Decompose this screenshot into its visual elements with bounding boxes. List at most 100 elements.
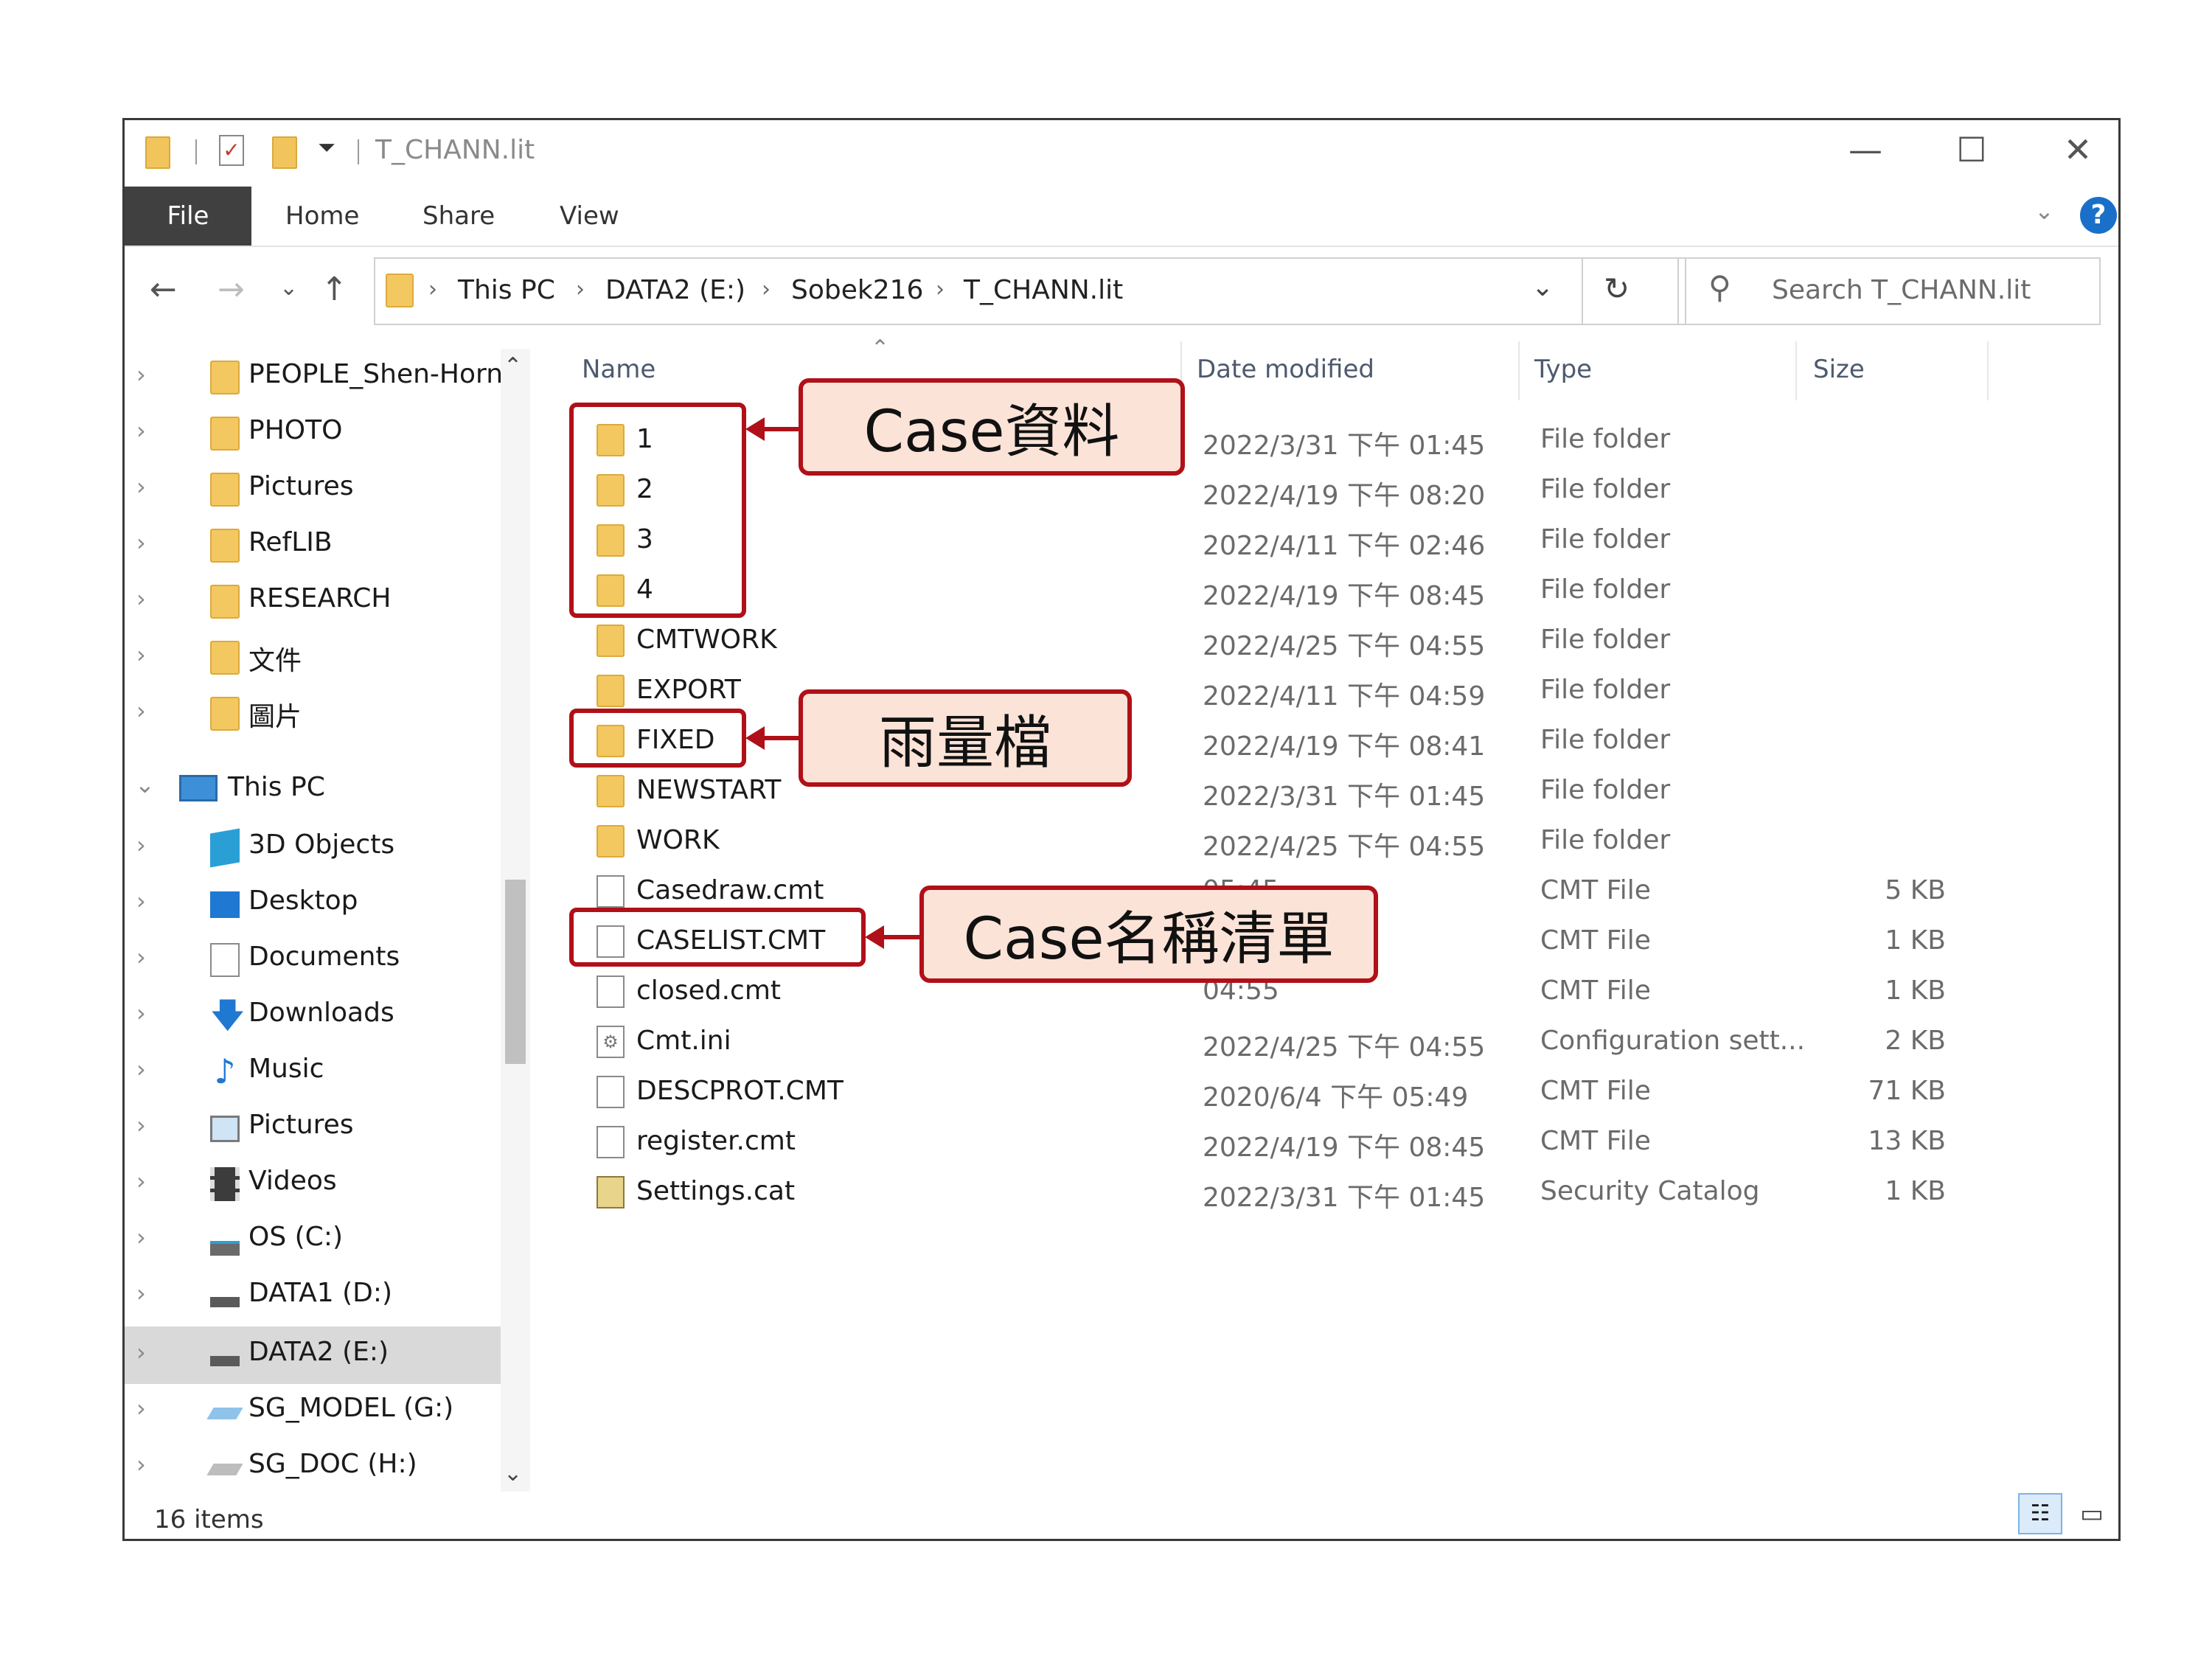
chevron-right-icon: › xyxy=(762,276,771,302)
file-size: 1 KB xyxy=(1885,1176,1946,1206)
expand-chevron-icon[interactable]: › xyxy=(136,1338,146,1366)
file-row[interactable]: DESCPROT.CMT 2020/6/4 下午 05:49 CMT File 71 … xyxy=(597,1067,2034,1117)
file-date: 2022/4/25 下午 04:55 xyxy=(1203,832,1486,862)
file-type: File folder xyxy=(1540,625,1671,655)
expand-chevron-icon[interactable]: › xyxy=(136,1279,146,1307)
column-header-type[interactable]: Type xyxy=(1534,355,1592,384)
breadcrumb-t-chann[interactable]: T_CHANN.lit xyxy=(964,275,1123,305)
help-icon[interactable]: ? xyxy=(2080,197,2117,234)
config-file-icon: ⚙ xyxy=(597,1026,625,1058)
details-view-icon[interactable]: ☷ xyxy=(2018,1493,2062,1534)
back-arrow-icon[interactable]: ← xyxy=(150,271,177,308)
file-type: File folder xyxy=(1540,474,1671,504)
expand-chevron-icon[interactable]: › xyxy=(136,1223,146,1251)
nav-item-downloads[interactable]: › 🡇 Downloads xyxy=(136,987,623,1045)
file-type: File folder xyxy=(1540,424,1671,454)
nav-item-label: Desktop xyxy=(248,886,358,916)
nav-item-documents[interactable]: › Documents xyxy=(136,931,623,989)
nav-item-label: Downloads xyxy=(248,998,394,1028)
nav-item-os-c[interactable]: › OS (C:) xyxy=(136,1211,623,1269)
column-header-date[interactable]: Date modified xyxy=(1197,355,1374,384)
file-size: 5 KB xyxy=(1885,875,1946,905)
file-row[interactable]: register.cmt 2022/4/19 下午 08:45 CMT File 13… xyxy=(597,1117,2034,1167)
nav-item-documents-zh[interactable]: › 文件 xyxy=(136,629,623,686)
file-type: File folder xyxy=(1540,825,1671,855)
nav-item-people-shen-horn[interactable]: › PEOPLE_Shen-Horn xyxy=(136,349,623,406)
expand-chevron-icon[interactable]: › xyxy=(136,641,146,669)
file-row[interactable]: ⚙ Cmt.ini 2022/4/25 下午 04:55 Configuration … xyxy=(597,1017,2034,1067)
nav-item-pictures[interactable]: › Pictures xyxy=(136,1099,623,1157)
folder-icon xyxy=(597,625,625,657)
tab-home[interactable]: Home xyxy=(285,187,359,246)
quick-access-dropdown-icon[interactable]: ⏷ xyxy=(318,135,335,161)
search-input[interactable]: ⚲ Search T_CHANN.lit xyxy=(1677,257,2101,325)
nav-item-research[interactable]: › RESEARCH xyxy=(136,573,623,630)
nav-item-label: 3D Objects xyxy=(248,830,395,860)
nav-item-sg-doc-h[interactable]: › SG_DOC (H:) xyxy=(136,1439,623,1496)
expand-chevron-icon[interactable]: › xyxy=(136,585,146,613)
minimize-button[interactable]: — xyxy=(1832,128,1899,172)
expand-chevron-icon[interactable]: › xyxy=(136,1450,146,1478)
up-arrow-icon[interactable]: ↑ xyxy=(321,271,348,308)
column-separator[interactable] xyxy=(1518,341,1520,400)
column-header-name[interactable]: Name xyxy=(582,355,655,384)
expand-chevron-icon[interactable]: › xyxy=(136,1111,146,1139)
nav-item-data1-d[interactable]: › DATA1 (D:) xyxy=(136,1267,623,1325)
annotation-arrow-head xyxy=(865,925,884,949)
nav-item-label: This PC xyxy=(228,772,325,802)
expand-chevron-icon[interactable]: › xyxy=(136,1055,146,1083)
large-icons-view-icon[interactable]: ▭ xyxy=(2071,1493,2112,1534)
file-date: 2022/4/25 下午 04:55 xyxy=(1203,1032,1486,1062)
expand-chevron-icon[interactable]: › xyxy=(136,943,146,971)
nav-item-pictures-folder[interactable]: › Pictures xyxy=(136,461,623,518)
nav-item-label: SG_DOC (H:) xyxy=(248,1449,417,1479)
expand-chevron-icon[interactable]: › xyxy=(136,887,146,915)
recent-locations-icon[interactable]: ⌄ xyxy=(279,275,298,301)
breadcrumb-sobek216[interactable]: Sobek216 xyxy=(791,275,923,305)
breadcrumb-this-pc[interactable]: This PC xyxy=(458,275,555,305)
nav-item-data2-e[interactable]: › DATA2 (E:) xyxy=(136,1326,623,1384)
column-separator[interactable] xyxy=(1795,341,1797,400)
nav-item-photo[interactable]: › PHOTO xyxy=(136,405,623,462)
tab-file[interactable]: File xyxy=(125,187,251,246)
address-bar[interactable]: › This PC › DATA2 (E:) › Sobek216 › T_CH… xyxy=(374,257,1686,325)
expand-chevron-icon[interactable]: › xyxy=(136,529,146,557)
maximize-button[interactable]: ☐ xyxy=(1938,128,2005,172)
nav-item-sg-model-g[interactable]: › SG_MODEL (G:) xyxy=(136,1382,623,1440)
forward-arrow-icon[interactable]: → xyxy=(218,271,245,308)
new-folder-icon[interactable] xyxy=(272,136,297,169)
tab-view[interactable]: View xyxy=(560,187,619,246)
expand-chevron-icon[interactable]: › xyxy=(136,831,146,859)
nav-item-videos[interactable]: › Videos xyxy=(136,1155,623,1213)
expand-chevron-icon[interactable]: › xyxy=(136,361,146,389)
file-row[interactable]: CMTWORK 2022/4/25 下午 04:55 File folder xyxy=(597,616,2034,666)
expand-chevron-icon[interactable]: › xyxy=(136,697,146,725)
nav-item-music[interactable]: › ♪ Music xyxy=(136,1043,623,1101)
expand-ribbon-icon[interactable]: ⌄ xyxy=(2034,197,2054,225)
nav-item-label: 圖片 xyxy=(248,702,302,732)
tab-share[interactable]: Share xyxy=(422,187,495,246)
breadcrumb-data2[interactable]: DATA2 (E:) xyxy=(605,275,745,305)
file-row[interactable]: 3 2022/4/11 下午 02:46 File folder xyxy=(597,515,2034,566)
file-row[interactable]: 4 2022/4/19 下午 08:45 File folder xyxy=(597,566,2034,616)
address-dropdown-icon[interactable]: ⌄ xyxy=(1531,272,1554,302)
nav-item-pictures-zh[interactable]: › 圖片 xyxy=(136,685,623,742)
nav-item-desktop[interactable]: › Desktop xyxy=(136,875,623,933)
file-name: Settings.cat xyxy=(636,1176,796,1206)
column-header-size[interactable]: Size xyxy=(1813,355,1865,384)
nav-item-reflib[interactable]: › RefLIB xyxy=(136,517,623,574)
properties-icon[interactable]: ✓ xyxy=(219,135,244,166)
close-button[interactable]: ✕ xyxy=(2045,128,2111,172)
expand-chevron-icon[interactable]: › xyxy=(136,417,146,445)
nav-item-this-pc[interactable]: ⌄ This PC xyxy=(135,762,622,819)
expand-chevron-icon[interactable]: › xyxy=(136,473,146,501)
expand-chevron-icon[interactable]: › xyxy=(136,1167,146,1195)
file-row[interactable]: Settings.cat 2022/3/31 下午 01:45 Security C… xyxy=(597,1167,2034,1217)
collapse-chevron-icon[interactable]: ⌄ xyxy=(135,771,155,799)
expand-chevron-icon[interactable]: › xyxy=(136,1394,146,1422)
refresh-icon[interactable]: ↻ xyxy=(1604,271,1630,307)
expand-chevron-icon[interactable]: › xyxy=(136,999,146,1027)
nav-item-3d-objects[interactable]: › 3D Objects xyxy=(136,819,623,877)
column-separator[interactable] xyxy=(1987,341,1989,400)
file-row[interactable]: WORK 2022/4/25 下午 04:55 File folder xyxy=(597,816,2034,866)
